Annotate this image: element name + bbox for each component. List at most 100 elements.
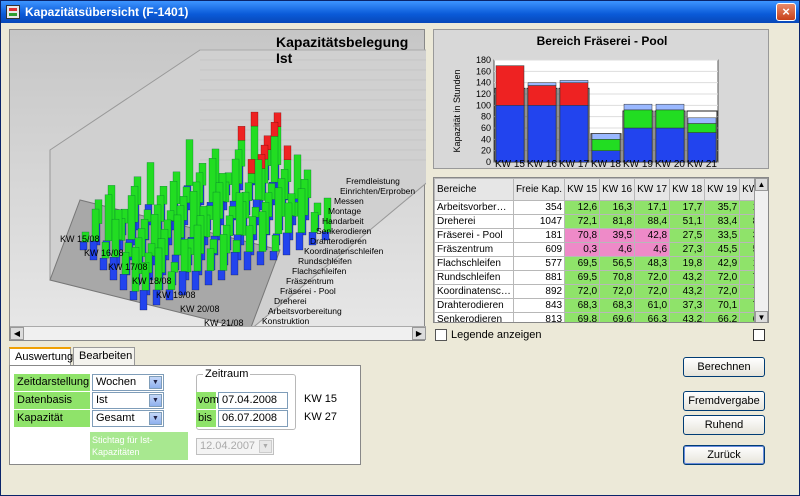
table-row[interactable]: Rundschleifen88169,570,872,043,272,072,0… <box>434 270 768 285</box>
free-capacity-cell[interactable]: 881 <box>512 270 566 285</box>
grid-header-3[interactable]: KW 16 <box>599 178 636 201</box>
close-button[interactable]: × <box>776 3 796 21</box>
berechnen-button[interactable]: Berechnen <box>683 357 765 377</box>
scroll-right-icon[interactable]: ▶ <box>412 327 426 340</box>
table-row[interactable]: Flachschleifen57769,556,548,319,842,919,… <box>434 256 768 271</box>
kw-value-cell[interactable]: 27,5 <box>669 228 706 243</box>
kw-value-cell[interactable]: 35,7 <box>704 200 741 215</box>
kw-value-cell[interactable]: 42,9 <box>704 256 741 271</box>
kw-value-cell[interactable]: 69,6 <box>599 312 636 322</box>
table-row[interactable]: Koordinatensc…89272,072,072,043,272,072,… <box>434 284 768 299</box>
grid-header-2[interactable]: KW 15 <box>564 178 601 201</box>
row-name-cell[interactable]: Flachschleifen <box>434 256 514 271</box>
expand-grid-button[interactable] <box>753 329 765 341</box>
table-row[interactable]: Drahterodieren84368,368,361,037,370,172,… <box>434 298 768 313</box>
row-name-cell[interactable]: Koordinatensc… <box>434 284 514 299</box>
scroll-left-icon[interactable]: ◀ <box>10 327 24 340</box>
ruhend-button[interactable]: Ruhend <box>683 415 765 435</box>
grid-header-4[interactable]: KW 17 <box>634 178 671 201</box>
free-capacity-cell[interactable]: 577 <box>512 256 566 271</box>
kw-value-cell[interactable]: 17,1 <box>634 200 671 215</box>
scroll-up-icon[interactable]: ▲ <box>755 178 768 191</box>
free-capacity-cell[interactable]: 843 <box>512 298 566 313</box>
kw-value-cell[interactable]: 69,5 <box>564 270 601 285</box>
kw-value-cell[interactable]: 72,0 <box>599 284 636 299</box>
kw-value-cell[interactable]: 43,2 <box>669 270 706 285</box>
table-row[interactable]: Fräserei - Pool18170,839,542,827,533,530… <box>434 228 768 243</box>
legend-checkbox[interactable] <box>435 329 447 342</box>
legend-checkbox-row[interactable]: Legende anzeigen <box>435 329 542 342</box>
kw-value-cell[interactable]: 72,1 <box>564 214 601 229</box>
kw-value-cell[interactable]: 88,4 <box>634 214 671 229</box>
kw-value-cell[interactable]: 0,3 <box>564 242 601 257</box>
kw-value-cell[interactable]: 81,8 <box>599 214 636 229</box>
fremdvergabe-button[interactable]: Fremdvergabe <box>683 391 765 411</box>
kw-value-cell[interactable]: 68,3 <box>564 298 601 313</box>
kw-value-cell[interactable]: 33,5 <box>704 228 741 243</box>
kw-value-cell[interactable]: 4,6 <box>599 242 636 257</box>
chevron-down-icon[interactable]: ▼ <box>149 394 162 407</box>
kw-value-cell[interactable]: 72,0 <box>704 284 741 299</box>
chevron-down-icon[interactable]: ▼ <box>149 376 162 389</box>
kw-value-cell[interactable]: 45,5 <box>704 242 741 257</box>
kw-value-cell[interactable]: 4,6 <box>634 242 671 257</box>
table-row[interactable]: Fräszentrum6090,34,64,627,345,556,157,6 <box>434 242 768 257</box>
row-name-cell[interactable]: Arbeitsvorber… <box>434 200 514 215</box>
kw-value-cell[interactable]: 37,3 <box>669 298 706 313</box>
kw-value-cell[interactable]: 56,5 <box>599 256 636 271</box>
row-name-cell[interactable]: Senkerodieren <box>434 312 514 322</box>
kw-value-cell[interactable]: 19,8 <box>669 256 706 271</box>
kw-value-cell[interactable]: 72,0 <box>634 270 671 285</box>
row-name-cell[interactable]: Drahterodieren <box>434 298 514 313</box>
row-name-cell[interactable]: Fräserei - Pool <box>434 228 514 243</box>
free-capacity-cell[interactable]: 1047 <box>512 214 566 229</box>
grid-header-5[interactable]: KW 18 <box>669 178 706 201</box>
kw-value-cell[interactable]: 83,4 <box>704 214 741 229</box>
bis-date-input[interactable]: 06.07.2008 <box>218 410 288 427</box>
kw-value-cell[interactable]: 27,3 <box>669 242 706 257</box>
grid-header-0[interactable]: Bereiche <box>434 178 514 201</box>
kw-value-cell[interactable]: 61,0 <box>634 298 671 313</box>
kw-value-cell[interactable]: 42,8 <box>634 228 671 243</box>
kw-value-cell[interactable]: 12,6 <box>564 200 601 215</box>
kw-value-cell[interactable]: 70,8 <box>564 228 601 243</box>
free-capacity-cell[interactable]: 609 <box>512 242 566 257</box>
row-name-cell[interactable]: Dreherei <box>434 214 514 229</box>
table-row[interactable]: Senkerodieren81369,869,666,343,266,266,2… <box>434 312 768 322</box>
kw-value-cell[interactable]: 48,3 <box>634 256 671 271</box>
kw-value-cell[interactable]: 43,2 <box>669 284 706 299</box>
table-row[interactable]: Arbeitsvorber…35412,616,317,117,735,710,… <box>434 200 768 215</box>
grid-header-1[interactable]: Freie Kap. <box>512 178 566 201</box>
kw-value-cell[interactable]: 39,5 <box>599 228 636 243</box>
table-row[interactable]: Dreherei104772,181,888,451,183,483,466,7 <box>434 214 768 229</box>
free-capacity-cell[interactable]: 892 <box>512 284 566 299</box>
kw-value-cell[interactable]: 17,7 <box>669 200 706 215</box>
zurueck-button[interactable]: Zurück <box>683 445 765 465</box>
kw-value-cell[interactable]: 68,3 <box>599 298 636 313</box>
free-capacity-cell[interactable]: 354 <box>512 200 566 215</box>
kw-value-cell[interactable]: 16,3 <box>599 200 636 215</box>
kw-value-cell[interactable]: 51,1 <box>669 214 706 229</box>
kw-value-cell[interactable]: 43,2 <box>669 312 706 322</box>
kw-value-cell[interactable]: 72,0 <box>634 284 671 299</box>
kw-value-cell[interactable]: 72,0 <box>704 270 741 285</box>
grid-header-6[interactable]: KW 19 <box>704 178 741 201</box>
tab-bearbeiten[interactable]: Bearbeiten <box>73 347 135 365</box>
row-name-cell[interactable]: Rundschleifen <box>434 270 514 285</box>
kw-value-cell[interactable]: 66,3 <box>634 312 671 322</box>
kw-value-cell[interactable]: 69,5 <box>564 256 601 271</box>
row-name-cell[interactable]: Fräszentrum <box>434 242 514 257</box>
kw-value-cell[interactable]: 69,8 <box>564 312 601 322</box>
free-capacity-cell[interactable]: 181 <box>512 228 566 243</box>
kw-value-cell[interactable]: 70,1 <box>704 298 741 313</box>
kw-value-cell[interactable]: 66,2 <box>704 312 741 322</box>
tab-auswertung[interactable]: Auswertung <box>9 347 73 366</box>
zeitdarstellung-select[interactable]: Wochen ▼ <box>92 374 164 391</box>
scroll-down-icon[interactable]: ▼ <box>755 311 768 322</box>
kw-value-cell[interactable]: 70,8 <box>599 270 636 285</box>
vom-date-input[interactable]: 07.04.2008 <box>218 392 288 409</box>
chevron-down-icon[interactable]: ▼ <box>149 412 162 425</box>
free-capacity-cell[interactable]: 813 <box>512 312 566 322</box>
kapazitaet-select[interactable]: Gesamt ▼ <box>92 410 164 427</box>
horizontal-scrollbar[interactable]: ◀ ▶ <box>10 326 426 340</box>
